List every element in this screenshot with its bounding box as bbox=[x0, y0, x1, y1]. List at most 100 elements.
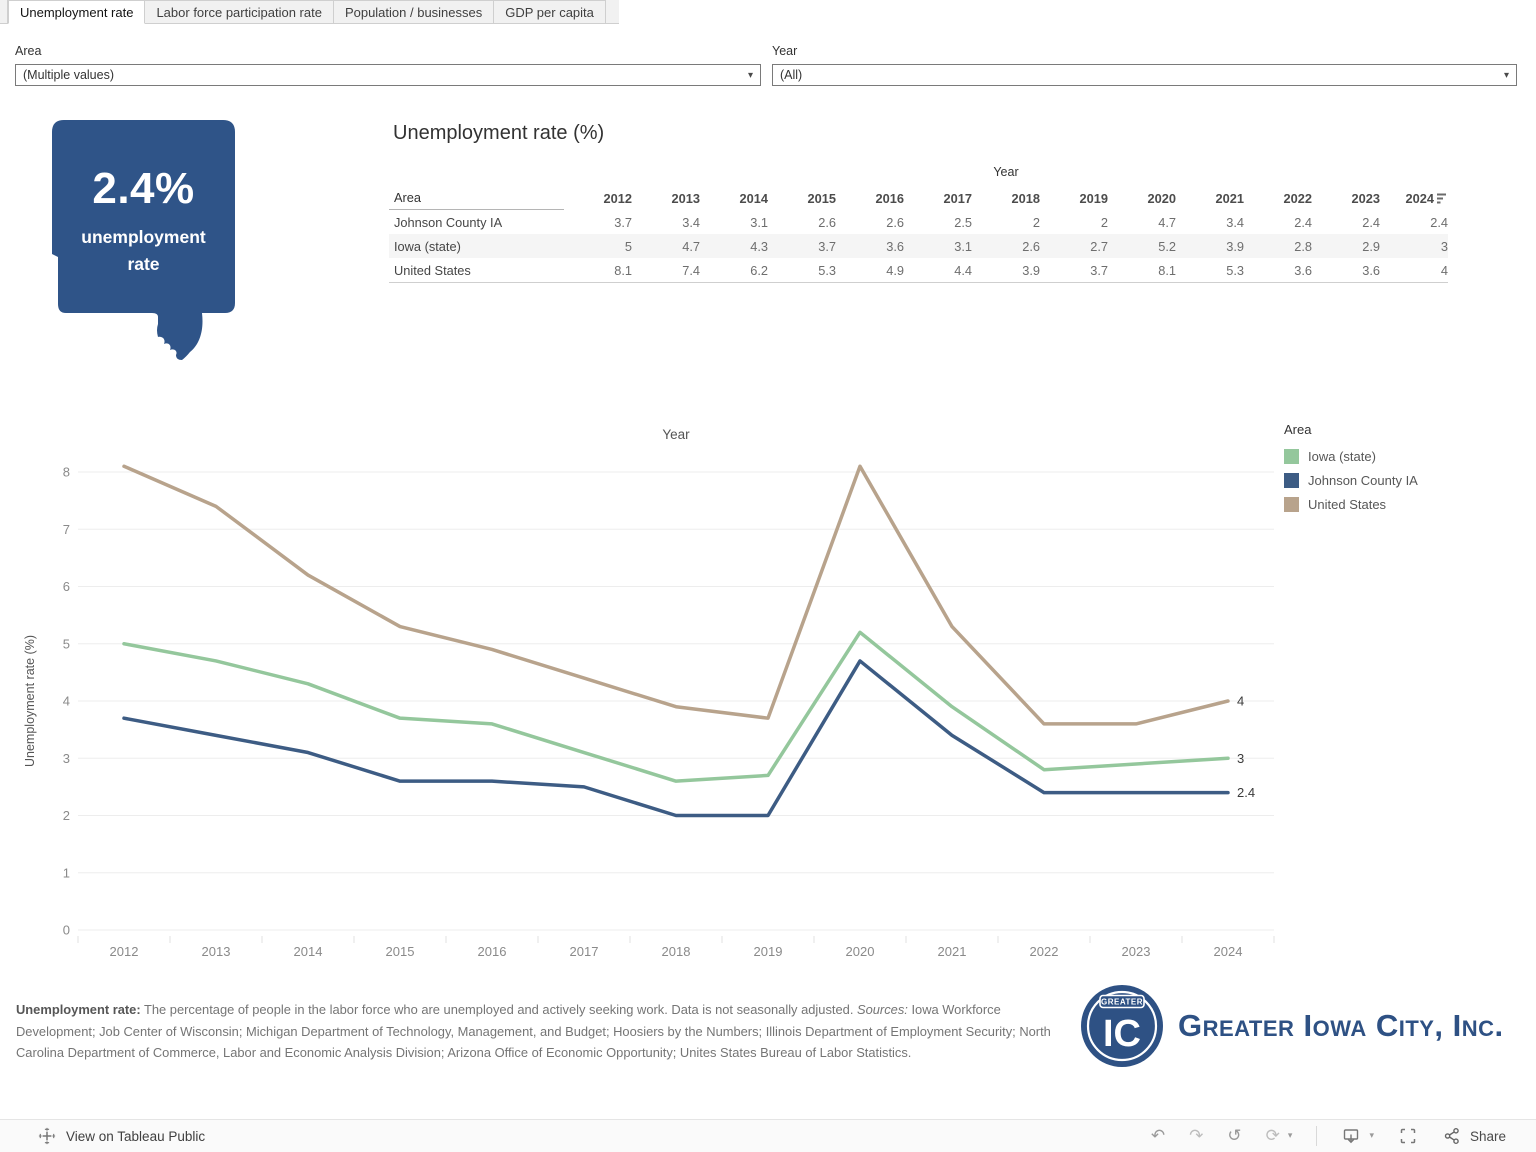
table-header-year-2017[interactable]: 2017 bbox=[904, 191, 972, 206]
rate-cell[interactable]: 8.1 bbox=[564, 263, 632, 278]
reset-button[interactable]: ↺ bbox=[1227, 1128, 1241, 1145]
rate-cell[interactable]: 8.1 bbox=[1108, 263, 1176, 278]
year-filter-value: (All) bbox=[780, 68, 802, 82]
rate-cell[interactable]: 3.9 bbox=[1176, 239, 1244, 254]
rate-cell[interactable]: 3.4 bbox=[1176, 215, 1244, 230]
y-tick-label: 3 bbox=[63, 751, 70, 766]
sort-descending-icon[interactable] bbox=[1437, 193, 1448, 204]
rate-cell[interactable]: 3.7 bbox=[564, 215, 632, 230]
year-header-label: 2015 bbox=[808, 191, 836, 206]
series-line-united-states[interactable] bbox=[124, 466, 1228, 724]
refresh-menu-caret[interactable]: ▾ bbox=[1288, 1131, 1293, 1141]
rate-cell[interactable]: 4 bbox=[1380, 263, 1448, 278]
undo-button[interactable]: ↶ bbox=[1151, 1128, 1165, 1145]
x-tick-label: 2016 bbox=[478, 944, 507, 959]
year-header-label: 2019 bbox=[1080, 191, 1108, 206]
tab-labor-force-participation-rate[interactable]: Labor force participation rate bbox=[145, 0, 333, 24]
tab-unemployment-rate[interactable]: Unemployment rate bbox=[8, 0, 145, 24]
series-line-johnson-county-ia[interactable] bbox=[124, 661, 1228, 816]
rate-cell[interactable]: 2 bbox=[972, 215, 1040, 230]
rate-cell[interactable]: 5.2 bbox=[1108, 239, 1176, 254]
footnote-sources-label: Sources: bbox=[857, 1002, 908, 1017]
rate-table-rows: Johnson County IA3.73.43.12.62.62.5224.7… bbox=[389, 210, 1448, 283]
table-row: Iowa (state)54.74.33.73.63.12.62.75.23.9… bbox=[389, 234, 1448, 258]
rate-cell[interactable]: 3.1 bbox=[904, 239, 972, 254]
table-header-year-2015[interactable]: 2015 bbox=[768, 191, 836, 206]
legend-item-johnson-county-ia[interactable]: Johnson County IA bbox=[1284, 468, 1418, 492]
y-tick-label: 0 bbox=[63, 923, 70, 938]
legend-item-united-states[interactable]: United States bbox=[1284, 492, 1418, 516]
table-header-year-2019[interactable]: 2019 bbox=[1040, 191, 1108, 206]
download-icon bbox=[1341, 1126, 1361, 1146]
rate-cell[interactable]: 2.6 bbox=[972, 239, 1040, 254]
share-button[interactable]: Share bbox=[1442, 1126, 1506, 1146]
rate-cell[interactable]: 2.9 bbox=[1312, 239, 1380, 254]
rate-cell[interactable]: 3 bbox=[1380, 239, 1448, 254]
area-filter-dropdown[interactable]: (Multiple values) ▾ bbox=[15, 64, 761, 86]
series-end-label: 4 bbox=[1237, 694, 1244, 709]
rate-cell[interactable]: 3.6 bbox=[1312, 263, 1380, 278]
rate-cell[interactable]: 2.4 bbox=[1244, 215, 1312, 230]
rate-cell[interactable]: 4.9 bbox=[836, 263, 904, 278]
table-header-year-2020[interactable]: 2020 bbox=[1108, 191, 1176, 206]
table-header-year-2022[interactable]: 2022 bbox=[1244, 191, 1312, 206]
rate-cell[interactable]: 3.9 bbox=[972, 263, 1040, 278]
rate-cell[interactable]: 3.1 bbox=[700, 215, 768, 230]
rate-cell[interactable]: 2.6 bbox=[768, 215, 836, 230]
row-area-label[interactable]: United States bbox=[389, 258, 564, 282]
rate-cell[interactable]: 6.2 bbox=[700, 263, 768, 278]
rate-cell[interactable]: 3.4 bbox=[632, 215, 700, 230]
x-axis-title: Year bbox=[662, 427, 690, 442]
table-header-year-2012[interactable]: 2012 bbox=[564, 191, 632, 206]
table-header-row: Area201220132014 2015201620172018 20192020… bbox=[389, 186, 1448, 210]
table-header-year-2016[interactable]: 2016 bbox=[836, 191, 904, 206]
legend-title: Area bbox=[1284, 422, 1418, 437]
table-header-area[interactable]: Area bbox=[389, 186, 564, 210]
rate-cell[interactable]: 2.7 bbox=[1040, 239, 1108, 254]
legend-item-iowa-state-[interactable]: Iowa (state) bbox=[1284, 444, 1418, 468]
tab-population-businesses[interactable]: Population / businesses bbox=[334, 0, 494, 24]
rate-cell[interactable]: 2.4 bbox=[1380, 215, 1448, 230]
rate-cell[interactable]: 3.7 bbox=[768, 239, 836, 254]
rate-cell[interactable]: 4.4 bbox=[904, 263, 972, 278]
tab-gdp-per-capita[interactable]: GDP per capita bbox=[494, 0, 606, 24]
rate-cell[interactable]: 2 bbox=[1040, 215, 1108, 230]
year-filter-dropdown[interactable]: (All) ▾ bbox=[772, 64, 1517, 86]
view-on-tableau-public-link[interactable]: View on Tableau Public bbox=[38, 1127, 205, 1145]
x-tick-label: 2018 bbox=[662, 944, 691, 959]
rate-cell[interactable]: 3.6 bbox=[836, 239, 904, 254]
x-tick-label: 2017 bbox=[570, 944, 599, 959]
download-menu-caret[interactable]: ▾ bbox=[1369, 1131, 1374, 1141]
callout-text: 2.4% unemployment rate bbox=[52, 164, 235, 278]
table-header-year-2024[interactable]: 2024 bbox=[1380, 191, 1448, 206]
table-header-year-2018[interactable]: 2018 bbox=[972, 191, 1040, 206]
rate-table: Year Area2012201320142015201620172018201… bbox=[389, 165, 1448, 283]
rate-cell[interactable]: 2.5 bbox=[904, 215, 972, 230]
rate-cell[interactable]: 7.4 bbox=[632, 263, 700, 278]
download-button[interactable] bbox=[1341, 1126, 1361, 1146]
row-area-label[interactable]: Iowa (state) bbox=[389, 234, 564, 258]
rate-cell[interactable]: 4.7 bbox=[1108, 215, 1176, 230]
x-tick-label: 2024 bbox=[1214, 944, 1243, 959]
rate-cell[interactable]: 4.7 bbox=[632, 239, 700, 254]
table-header-year-2013[interactable]: 2013 bbox=[632, 191, 700, 206]
refresh-button[interactable]: ⟳ bbox=[1266, 1128, 1280, 1145]
rate-cell[interactable]: 2.8 bbox=[1244, 239, 1312, 254]
rate-cell[interactable]: 3.6 bbox=[1244, 263, 1312, 278]
rate-cell[interactable]: 4.3 bbox=[700, 239, 768, 254]
tab-strip-stub-end bbox=[606, 0, 619, 24]
x-tick-label: 2020 bbox=[846, 944, 875, 959]
row-area-label[interactable]: Johnson County IA bbox=[389, 210, 564, 234]
table-header-year-2014[interactable]: 2014 bbox=[700, 191, 768, 206]
rate-cell[interactable]: 5.3 bbox=[1176, 263, 1244, 278]
tab-strip-stub bbox=[0, 0, 8, 24]
rate-cell[interactable]: 2.4 bbox=[1312, 215, 1380, 230]
fullscreen-button[interactable] bbox=[1398, 1126, 1418, 1146]
rate-cell[interactable]: 2.6 bbox=[836, 215, 904, 230]
rate-cell[interactable]: 3.7 bbox=[1040, 263, 1108, 278]
table-header-year-2023[interactable]: 2023 bbox=[1312, 191, 1380, 206]
table-header-year-2021[interactable]: 2021 bbox=[1176, 191, 1244, 206]
rate-cell[interactable]: 5.3 bbox=[768, 263, 836, 278]
rate-cell[interactable]: 5 bbox=[564, 239, 632, 254]
redo-button[interactable]: ↷ bbox=[1189, 1128, 1203, 1145]
